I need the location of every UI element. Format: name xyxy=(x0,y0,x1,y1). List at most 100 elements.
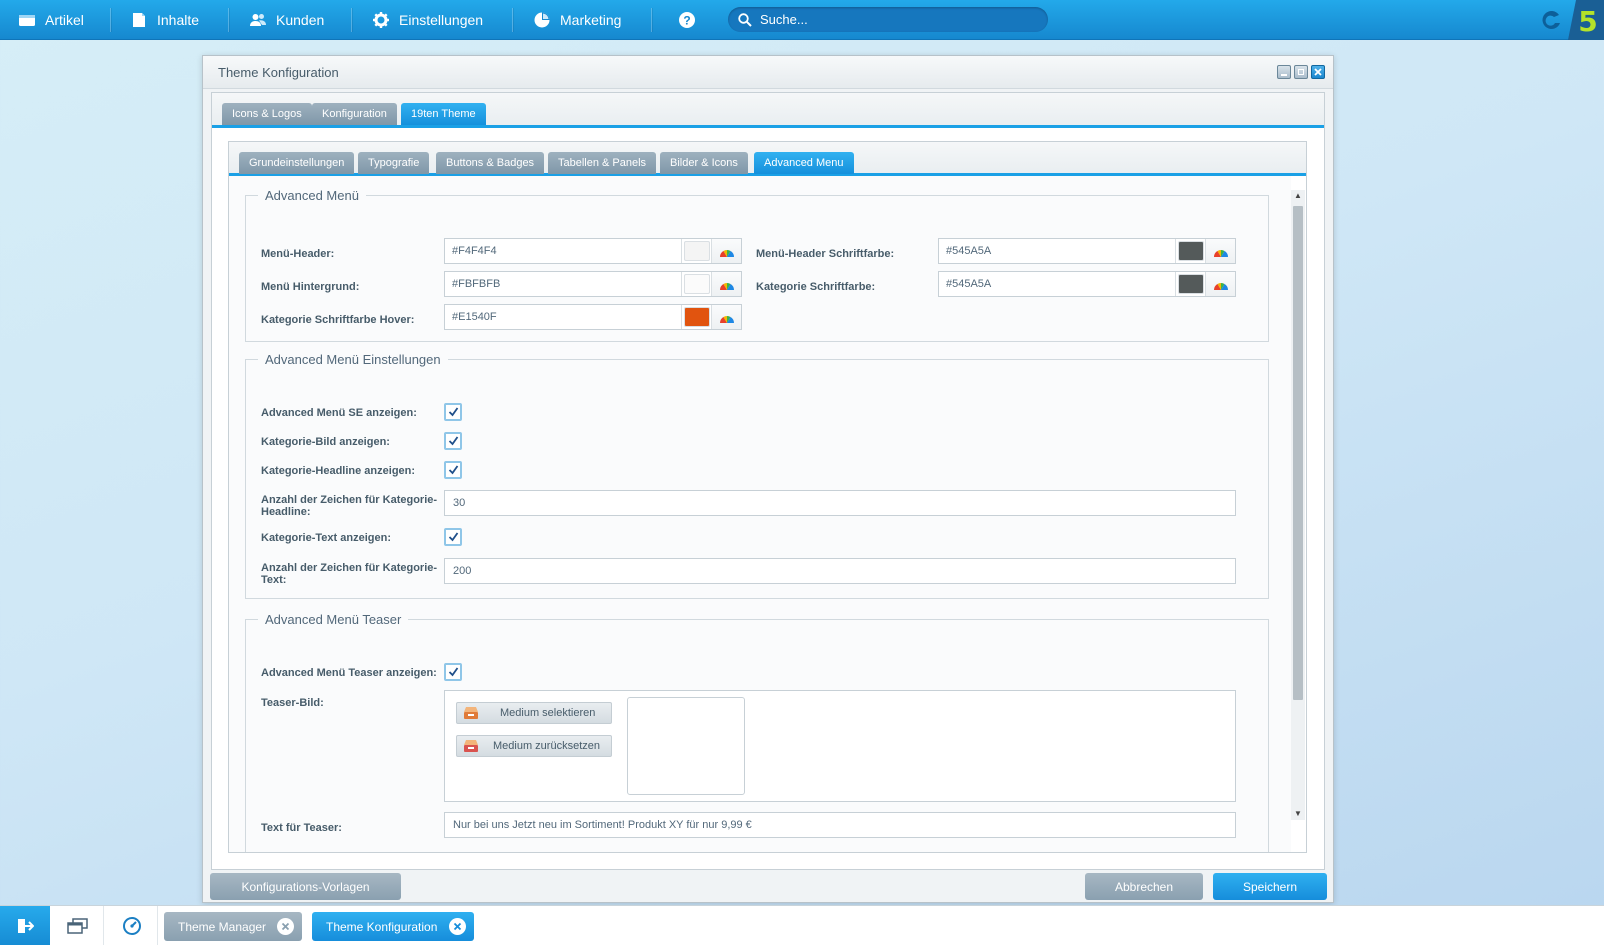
scroll-down-icon[interactable]: ▼ xyxy=(1291,808,1305,820)
menu-header-input[interactable] xyxy=(445,239,682,263)
task-label: Theme Konfiguration xyxy=(326,919,438,934)
minimize-button[interactable] xyxy=(1277,65,1291,79)
search-input[interactable] xyxy=(760,12,1030,27)
color-field-menu-header xyxy=(444,238,742,264)
shopware-logo-icon: 5 xyxy=(1568,0,1604,40)
checkmark-icon xyxy=(448,465,458,475)
subtab-grundeinstellungen[interactable]: Grundeinstellungen xyxy=(239,152,355,174)
color-picker-button[interactable] xyxy=(712,239,741,263)
close-task-button[interactable] xyxy=(277,918,294,935)
text-chars-input[interactable] xyxy=(444,558,1236,584)
speedometer-icon xyxy=(122,917,141,935)
task-theme-manager[interactable]: Theme Manager xyxy=(164,912,302,941)
color-picker-button[interactable] xyxy=(712,305,741,329)
maximize-button[interactable] xyxy=(1294,65,1308,79)
button-label: Medium selektieren xyxy=(500,707,596,719)
label-headline-chars: Anzahl der Zeichen für Kategorie- Headli… xyxy=(261,494,437,518)
search-box[interactable] xyxy=(728,7,1048,32)
fieldset-legend: Advanced Menü xyxy=(265,188,359,203)
cancel-button[interactable]: Abbrechen xyxy=(1085,873,1203,900)
checkbox-show-category-text[interactable] xyxy=(444,528,462,546)
label-menu-background: Menü Hintergrund: xyxy=(261,281,360,293)
color-field-menu-background xyxy=(444,271,742,297)
fieldset-advanced-menu: Advanced Menü Menü-Header: Menü Hintergr… xyxy=(245,188,1269,342)
reset-medium-button[interactable]: Medium zurücksetzen xyxy=(456,735,612,757)
tab-konfiguration[interactable]: Konfiguration xyxy=(312,103,397,125)
nav-item-inhalte[interactable]: Inhalte xyxy=(130,0,199,40)
nav-item-kunden[interactable]: Kunden xyxy=(249,0,324,40)
subtab-buttons-badges[interactable]: Buttons & Badges xyxy=(436,152,545,174)
menu-background-input[interactable] xyxy=(445,272,682,296)
pie-chart-icon xyxy=(534,12,550,28)
window-title: Theme Konfiguration xyxy=(218,65,339,80)
checkbox-show-se[interactable] xyxy=(444,403,462,421)
nav-item-artikel[interactable]: Artikel xyxy=(18,0,84,40)
svg-text:5: 5 xyxy=(1578,5,1597,38)
color-field-menu-header-font xyxy=(938,238,1236,264)
subtab-typografie[interactable]: Typografie xyxy=(358,152,430,174)
help-button[interactable]: ? xyxy=(678,0,696,40)
label-line: Headline: xyxy=(261,506,311,518)
label-menu-header-font-color: Menü-Header Schriftfarbe: xyxy=(756,248,895,260)
fieldset-legend: Advanced Menü Einstellungen xyxy=(265,352,441,367)
svg-text:?: ? xyxy=(683,14,690,28)
article-icon xyxy=(19,15,35,26)
advanced-menu-panel: Grundeinstellungen Typografie Buttons & … xyxy=(228,141,1307,853)
headline-chars-input[interactable] xyxy=(444,490,1236,516)
fieldset-advanced-menu-settings: Advanced Menü Einstellungen Advanced Men… xyxy=(245,352,1269,599)
menu-header-font-input[interactable] xyxy=(939,239,1176,263)
vertical-scrollbar[interactable]: ▲ ▼ xyxy=(1291,190,1305,820)
checkbox-show-teaser[interactable] xyxy=(444,663,462,681)
dashboard-button[interactable] xyxy=(106,906,158,945)
color-picker-button[interactable] xyxy=(1206,272,1235,296)
checkbox-show-category-headline[interactable] xyxy=(444,461,462,479)
subtab-tabellen-panels[interactable]: Tabellen & Panels xyxy=(548,152,657,174)
content-icon xyxy=(133,13,145,27)
close-icon xyxy=(281,922,290,931)
scroll-thumb[interactable] xyxy=(1293,206,1303,700)
color-picker-button[interactable] xyxy=(712,272,741,296)
color-picker-icon xyxy=(1213,283,1228,290)
nav-item-einstellungen[interactable]: Einstellungen xyxy=(372,0,483,40)
label-category-font-color: Kategorie Schriftfarbe: xyxy=(756,281,876,293)
nav-label: Kunden xyxy=(276,12,325,28)
refresh-logo-icon[interactable] xyxy=(1538,7,1564,33)
label-show-teaser: Advanced Menü Teaser anzeigen: xyxy=(261,667,437,679)
task-theme-konfiguration[interactable]: Theme Konfiguration xyxy=(312,912,474,941)
label-line: Anzahl der Zeichen für Kategorie- xyxy=(261,562,438,574)
color-swatch xyxy=(682,305,712,329)
subtab-advanced-menu[interactable]: Advanced Menu xyxy=(754,152,854,174)
checkbox-show-category-image[interactable] xyxy=(444,432,462,450)
color-swatch xyxy=(682,239,712,263)
window-header: Theme Konfiguration xyxy=(203,56,1333,89)
category-font-input[interactable] xyxy=(939,272,1176,296)
save-button[interactable]: Speichern xyxy=(1213,873,1327,900)
sub-tabbar: Grundeinstellungen Typografie Buttons & … xyxy=(229,142,1306,176)
nav-label: Inhalte xyxy=(157,12,200,28)
close-task-button[interactable] xyxy=(449,918,466,935)
close-button[interactable] xyxy=(1311,65,1325,79)
scroll-content: Advanced Menü Menü-Header: Menü Hintergr… xyxy=(229,176,1291,852)
scroll-up-icon[interactable]: ▲ xyxy=(1291,190,1305,202)
fieldset-advanced-menu-teaser: Advanced Menü Teaser Advanced Menü Tease… xyxy=(245,612,1269,852)
category-hover-input[interactable] xyxy=(445,305,682,329)
color-picker-icon xyxy=(719,283,734,290)
taskbar: Theme Manager Theme Konfiguration xyxy=(0,905,1604,945)
window-manager-button[interactable] xyxy=(52,906,104,945)
logout-button[interactable] xyxy=(0,906,50,945)
media-selector: Medium selektieren Medium zurücksetzen xyxy=(444,690,1236,802)
subtab-bilder-icons[interactable]: Bilder & Icons xyxy=(660,152,748,174)
window-footer: Konfigurations-Vorlagen Abbrechen Speich… xyxy=(203,870,1333,904)
select-medium-button[interactable]: Medium selektieren xyxy=(456,702,612,724)
brand-area: 5 xyxy=(1526,0,1604,40)
color-picker-button[interactable] xyxy=(1206,239,1235,263)
tab-icons-logos[interactable]: Icons & Logos xyxy=(222,103,312,125)
tab-19ten-theme[interactable]: 19ten Theme xyxy=(401,103,486,125)
logout-icon xyxy=(18,919,34,933)
maximize-icon xyxy=(1298,69,1304,75)
theme-configuration-window: Theme Konfiguration Icons & Logos Konfig… xyxy=(202,55,1334,903)
nav-item-marketing[interactable]: Marketing xyxy=(533,0,621,40)
teaser-text-input[interactable] xyxy=(444,812,1236,838)
color-picker-icon xyxy=(719,316,734,323)
configuration-templates-button[interactable]: Konfigurations-Vorlagen xyxy=(210,873,401,900)
